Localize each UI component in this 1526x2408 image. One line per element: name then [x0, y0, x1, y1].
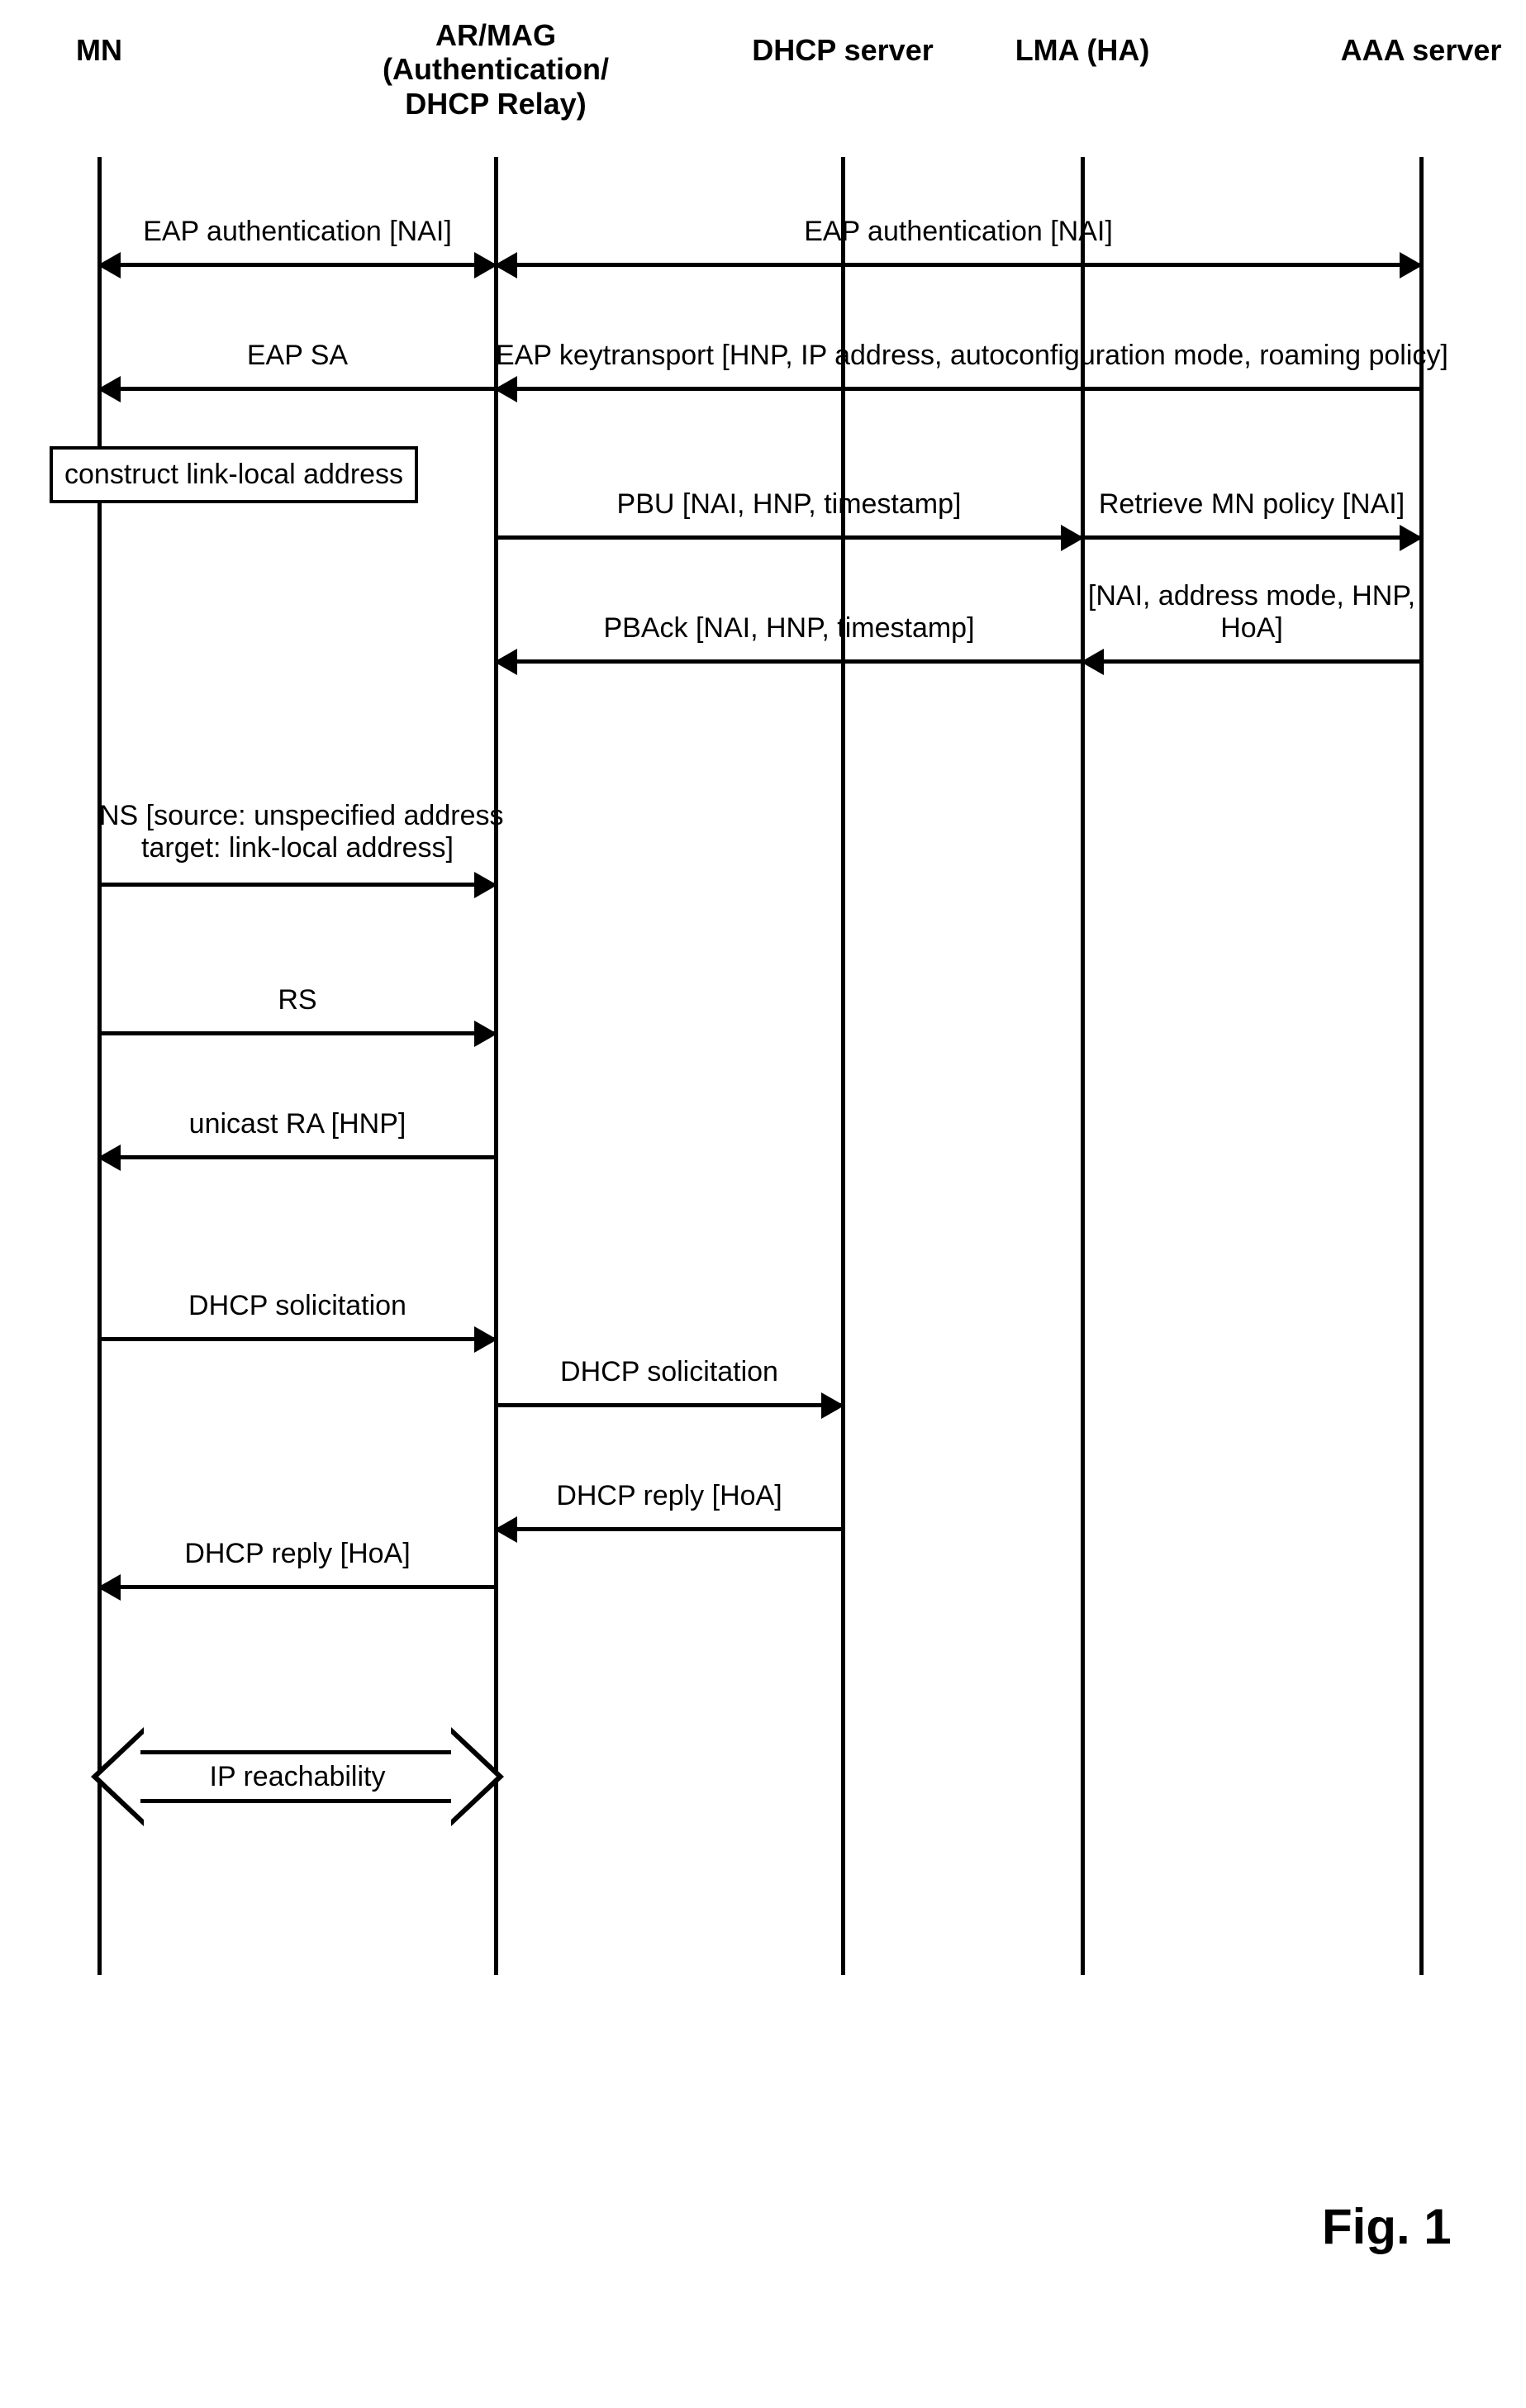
- msg-ns: NS [source: unspecified address target: …: [99, 868, 496, 901]
- sequence-diagram: MN AR/MAG (Authentication/ DHCP Relay) D…: [33, 33, 1487, 2330]
- actor-lma: LMA (HA): [991, 33, 1173, 67]
- msg-label: EAP authentication [NAI]: [496, 216, 1421, 248]
- msg-label: EAP SA: [99, 340, 496, 372]
- msg-eap-auth-ar-aaa: EAP authentication [NAI]: [496, 248, 1421, 281]
- msg-dhcp-reply-mn: DHCP reply [HoA]: [99, 1570, 496, 1603]
- msg-pback: PBAck [NAI, HNP, timestamp]: [496, 645, 1082, 678]
- actor-aaa: AAA server: [1322, 33, 1520, 67]
- msg-label: RS: [99, 984, 496, 1016]
- lifeline-dhcp: [841, 157, 845, 1975]
- msg-label: [NAI, address mode, HNP, HoA]: [1082, 580, 1421, 645]
- msg-label: DHCP reply [HoA]: [99, 1538, 496, 1570]
- msg-pbu: PBU [NAI, HNP, timestamp]: [496, 521, 1082, 554]
- msg-label: PBAck [NAI, HNP, timestamp]: [496, 612, 1082, 645]
- lifeline-armag: [494, 157, 498, 1975]
- msg-label: IP reachability: [140, 1750, 454, 1803]
- note-construct-linklocal: construct link-local address: [50, 446, 418, 503]
- msg-label: EAP authentication [NAI]: [99, 216, 496, 248]
- msg-eap-keytransport: EAP keytransport [HNP, IP address, autoc…: [496, 372, 1421, 405]
- lifeline-aaa: [1419, 157, 1424, 1975]
- msg-label: EAP keytransport [HNP, IP address, autoc…: [496, 340, 1421, 372]
- msg-dhcp-reply-ar: DHCP reply [HoA]: [496, 1512, 843, 1545]
- msg-rs: RS: [99, 1016, 496, 1049]
- msg-label: unicast RA [HNP]: [99, 1108, 496, 1140]
- msg-policy-reply: [NAI, address mode, HNP, HoA]: [1082, 645, 1421, 678]
- ip-reachability-arrow: IP reachability: [91, 1727, 504, 1826]
- msg-label: DHCP solicitation: [496, 1356, 843, 1388]
- figure-label: Fig. 1: [1322, 2198, 1452, 2255]
- msg-dhcp-sol-mn: DHCP solicitation: [99, 1322, 496, 1355]
- msg-label: PBU [NAI, HNP, timestamp]: [496, 488, 1082, 521]
- msg-retrieve-policy: Retrieve MN policy [NAI]: [1082, 521, 1421, 554]
- msg-label: DHCP reply [HoA]: [496, 1480, 843, 1512]
- arrow-left-icon: [91, 1727, 144, 1826]
- msg-label: NS [source: unspecified address target: …: [99, 800, 496, 864]
- msg-dhcp-sol-ar: DHCP solicitation: [496, 1388, 843, 1421]
- actor-dhcp: DHCP server: [719, 33, 967, 67]
- msg-label: DHCP solicitation: [99, 1290, 496, 1322]
- lifeline-lma: [1081, 157, 1085, 1975]
- arrow-right-icon: [451, 1727, 504, 1826]
- msg-ra: unicast RA [HNP]: [99, 1140, 496, 1173]
- lifeline-mn: [97, 157, 102, 1975]
- actor-armag: AR/MAG (Authentication/ DHCP Relay): [330, 18, 661, 121]
- msg-label: Retrieve MN policy [NAI]: [1082, 488, 1421, 521]
- msg-eap-auth-mn-ar: EAP authentication [NAI]: [99, 248, 496, 281]
- actor-mn: MN: [50, 33, 149, 67]
- msg-eap-sa: EAP SA: [99, 372, 496, 405]
